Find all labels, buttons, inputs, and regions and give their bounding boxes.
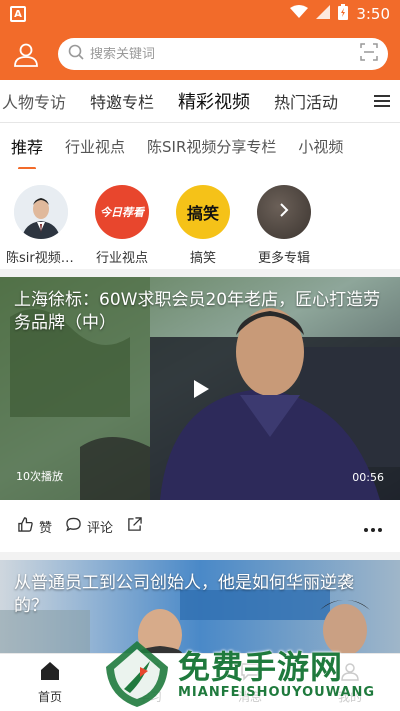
subtab-chen-sir-column[interactable]: 陈SIR视频分享专栏 bbox=[136, 136, 287, 157]
video-card: 从普通员工到公司创始人，他是如何华丽逆袭的？ bbox=[0, 560, 400, 653]
album-row: 陈sir视频分享专栏 今日荐看 行业视点 搞笑 搞笑 更多专辑 bbox=[0, 169, 400, 269]
nav-label: 我的 bbox=[337, 689, 362, 704]
play-icon[interactable] bbox=[178, 367, 222, 411]
main-category-tabs: 人物专访 特邀专栏 精彩视频 热门活动 bbox=[0, 80, 400, 122]
video-card: 上海徐标：60W求职会员20年老店，匠心打造劳务品牌（中） 10次播放 00:5… bbox=[0, 277, 400, 552]
comment-label: 评论 bbox=[87, 520, 114, 536]
tab-featured-videos[interactable]: 精彩视频 bbox=[166, 88, 262, 114]
home-icon bbox=[40, 661, 60, 684]
album-item[interactable]: 陈sir视频分享专栏 bbox=[1, 185, 81, 269]
album-thumb-text: 今日荐看 bbox=[100, 206, 144, 219]
tab-interviews[interactable]: 人物专访 bbox=[0, 89, 78, 113]
album-thumb-more bbox=[257, 185, 311, 239]
comment-icon bbox=[66, 517, 81, 536]
scan-icon[interactable] bbox=[360, 43, 378, 65]
video-duration: 00:56 bbox=[352, 471, 384, 484]
album-label: 行业视点 bbox=[95, 251, 148, 266]
subtab-recommended[interactable]: 推荐 bbox=[0, 134, 54, 158]
message-icon bbox=[240, 661, 260, 684]
app-notification-icon: A bbox=[10, 6, 26, 22]
search-input[interactable] bbox=[90, 46, 360, 62]
share-button[interactable] bbox=[127, 516, 142, 536]
search-bar[interactable] bbox=[58, 38, 388, 70]
subtab-industry-view[interactable]: 行业视点 bbox=[54, 136, 136, 157]
nav-label: 首页 bbox=[37, 689, 62, 704]
video-thumbnail[interactable]: 从普通员工到公司创始人，他是如何华丽逆袭的？ bbox=[0, 560, 400, 653]
user-profile-icon[interactable] bbox=[12, 40, 40, 68]
album-thumb-chen-sir bbox=[14, 185, 68, 239]
more-options-icon[interactable] bbox=[364, 516, 382, 537]
album-thumb-text: 搞笑 bbox=[186, 204, 219, 223]
bottom-navigation: 首页 学习 消息 我的 bbox=[0, 653, 400, 711]
album-thumb-industry: 今日荐看 bbox=[95, 185, 149, 239]
album-thumb-funny: 搞笑 bbox=[176, 185, 230, 239]
like-button[interactable]: 赞 bbox=[18, 516, 53, 536]
album-label: 搞笑 bbox=[189, 251, 216, 266]
status-bar: A 3:50 bbox=[0, 0, 400, 28]
profile-icon bbox=[340, 661, 360, 684]
wifi-icon bbox=[290, 5, 309, 23]
card-actions: 赞 评论 bbox=[0, 500, 400, 552]
album-label: 更多专辑 bbox=[257, 251, 310, 266]
thumbs-up-icon bbox=[18, 516, 33, 536]
share-icon bbox=[127, 516, 142, 536]
book-icon bbox=[140, 661, 160, 684]
like-label: 赞 bbox=[39, 520, 53, 536]
video-thumbnail[interactable]: 上海徐标：60W求职会员20年老店，匠心打造劳务品牌（中） 10次播放 00:5… bbox=[0, 277, 400, 500]
nav-study[interactable]: 学习 bbox=[100, 654, 200, 711]
nav-profile[interactable]: 我的 bbox=[300, 654, 400, 711]
subtab-short-video[interactable]: 小视频 bbox=[287, 136, 354, 157]
video-title: 从普通员工到公司创始人，他是如何华丽逆袭的？ bbox=[14, 573, 354, 616]
album-label: 陈sir视频分享专栏 bbox=[6, 251, 76, 266]
album-item[interactable]: 更多专辑 bbox=[244, 185, 324, 269]
video-title: 上海徐标：60W求职会员20年老店，匠心打造劳务品牌（中） bbox=[14, 290, 381, 333]
album-item[interactable]: 今日荐看 行业视点 bbox=[82, 185, 162, 269]
album-item[interactable]: 搞笑 搞笑 bbox=[163, 185, 243, 269]
video-sub-tabs: 推荐 行业视点 陈SIR视频分享专栏 小视频 bbox=[0, 123, 400, 169]
chevron-right-icon bbox=[276, 202, 292, 222]
status-time: 3:50 bbox=[356, 5, 390, 23]
signal-icon bbox=[316, 5, 331, 23]
nav-messages[interactable]: 消息 bbox=[200, 654, 300, 711]
battery-icon bbox=[338, 4, 349, 24]
menu-icon[interactable] bbox=[364, 80, 400, 122]
comment-button[interactable]: 评论 bbox=[66, 517, 113, 536]
nav-label: 学习 bbox=[137, 689, 162, 704]
search-icon bbox=[68, 44, 84, 64]
nav-home[interactable]: 首页 bbox=[0, 654, 100, 711]
tab-special-column[interactable]: 特邀专栏 bbox=[78, 89, 166, 113]
top-header bbox=[0, 28, 400, 80]
nav-label: 消息 bbox=[237, 689, 262, 704]
play-count: 10次播放 bbox=[16, 470, 63, 483]
